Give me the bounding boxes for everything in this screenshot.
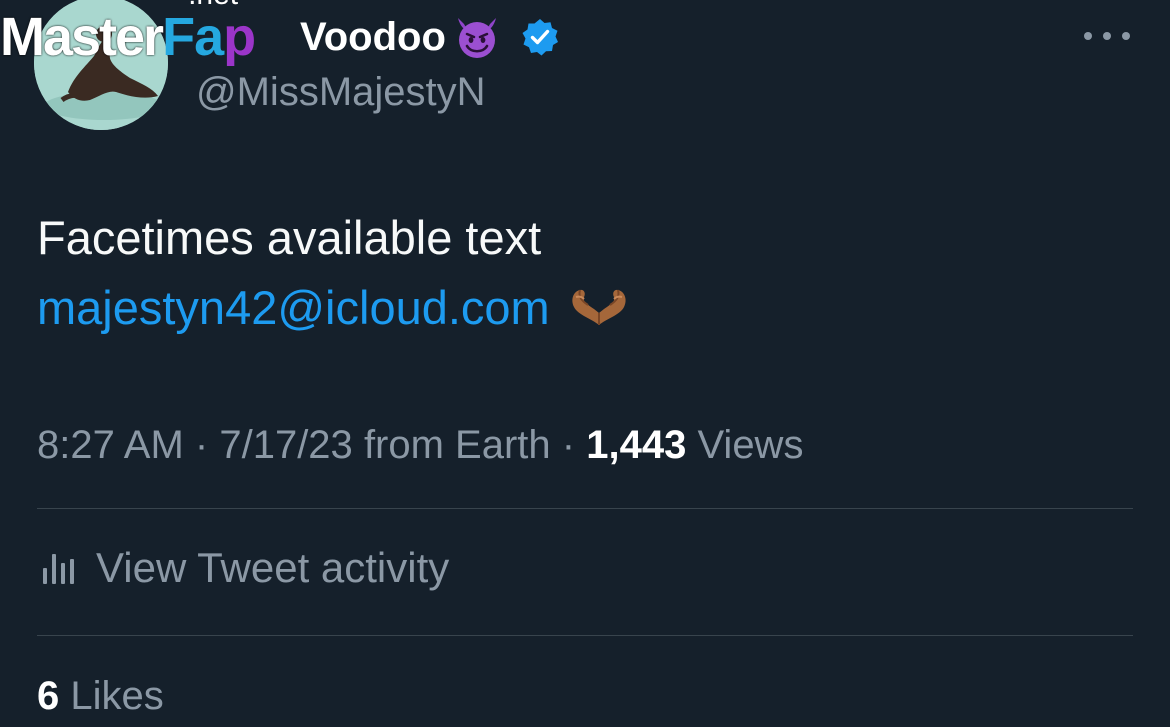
- likes-label[interactable]: Likes: [70, 674, 163, 718]
- separator: ·: [561, 423, 576, 467]
- verified-badge-icon[interactable]: [520, 17, 560, 57]
- more-dot: [1103, 32, 1111, 40]
- display-name-text[interactable]: Voodoo: [300, 12, 446, 62]
- watermark-fap: .net Fap: [162, 0, 256, 70]
- tweet-detail-screen: Master .net Fap Voodoo @MissMajestyN Fac…: [0, 0, 1170, 727]
- more-options-icon[interactable]: [1084, 26, 1130, 46]
- tweet-text: Facetimes available text: [37, 211, 542, 264]
- divider: [37, 508, 1133, 509]
- view-tweet-activity-button[interactable]: View Tweet activity: [40, 542, 449, 594]
- separator: ·: [194, 423, 209, 467]
- smiling-imp-icon: [457, 18, 496, 58]
- likes-stat[interactable]: 6 Likes: [37, 670, 164, 722]
- email-link[interactable]: majestyn42@icloud.com: [37, 280, 550, 336]
- views-label: Views: [697, 423, 804, 467]
- watermark-net: .net: [188, 0, 238, 10]
- heart-hands-icon: [572, 289, 626, 325]
- view-tweet-activity-label[interactable]: View Tweet activity: [96, 542, 449, 594]
- tweet-link-line: majestyn42@icloud.com: [37, 280, 630, 336]
- author-display-name[interactable]: Voodoo: [300, 12, 560, 62]
- views-count: 1,443: [586, 423, 687, 467]
- watermark-fap-part: Fa: [162, 7, 224, 67]
- more-dot: [1084, 32, 1092, 40]
- divider: [37, 635, 1133, 636]
- watermark-master: Master: [0, 7, 164, 67]
- watermark-fap-p: p: [223, 7, 256, 67]
- site-watermark: Master .net Fap: [0, 0, 256, 70]
- tweet-time[interactable]: 8:27 AM: [37, 423, 184, 467]
- more-dot: [1122, 32, 1130, 40]
- tweet-meta: 8:27 AM · 7/17/23 from Earth · 1,443 Vie…: [37, 420, 803, 470]
- likes-count[interactable]: 6: [37, 674, 59, 718]
- analytics-icon: [43, 554, 74, 584]
- tweet-source: from Earth: [363, 423, 551, 467]
- tweet-date[interactable]: 7/17/23: [219, 423, 352, 467]
- author-handle[interactable]: @MissMajestyN: [196, 68, 486, 116]
